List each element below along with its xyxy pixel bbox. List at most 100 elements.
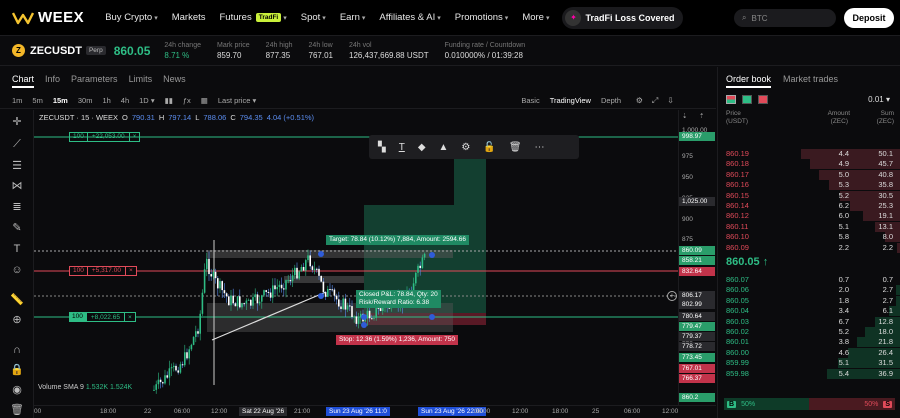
ask-row[interactable]: 860.18 4.9 45.7 [718, 159, 900, 170]
candle-type-icon[interactable]: ▮▮ [160, 96, 178, 105]
nav-affiliates[interactable]: Affiliates & AI ▾ [372, 12, 447, 23]
search-input[interactable]: ⌕ BTC [734, 9, 836, 27]
bid-row[interactable]: 860.02 5.2 18.0 [718, 327, 900, 337]
trash-icon[interactable]: 🗑 [9, 403, 25, 417]
close-icon[interactable]: × [124, 266, 136, 276]
anchor-handle[interactable] [429, 314, 435, 320]
delete-icon[interactable]: 🗑 [509, 142, 522, 153]
interval-15m[interactable]: 15m [48, 96, 73, 105]
nav-buy-crypto[interactable]: Buy Crypto ▾ [98, 12, 165, 23]
pattern-icon[interactable]: ⋈ [9, 179, 25, 193]
ask-row[interactable]: 860.16 5.3 35.8 [718, 180, 900, 191]
download-icon[interactable]: ⇩ [667, 96, 674, 105]
zoom-in-icon[interactable]: ⊕ [9, 313, 25, 327]
fill-color-icon[interactable]: ◆ [418, 142, 426, 153]
nav-spot[interactable]: Spot ▾ [294, 12, 333, 23]
crosshair-icon[interactable]: ✛ [9, 115, 25, 129]
bid-row[interactable]: 859.99 5.1 31.5 [718, 358, 900, 369]
ask-row[interactable]: 860.17 5.0 40.8 [718, 169, 900, 180]
price-axis[interactable]: ⇣ ⇡ 1,000.00 975 950 925 900 875 775 998… [678, 110, 716, 405]
position-line-tp[interactable]: 100 +22,053.00 × [69, 132, 141, 142]
trend-line-icon[interactable]: ⟋ [9, 137, 25, 151]
text-icon[interactable]: T [9, 242, 25, 256]
interval-1d[interactable]: 1D ▾ [134, 96, 159, 105]
ask-row[interactable]: 860.10 5.8 8.0 [718, 232, 900, 243]
tab-parameters[interactable]: Parameters [71, 74, 118, 84]
view-tradingview[interactable]: TradingView [550, 96, 591, 105]
symbol-selector[interactable]: ZECUSDT [30, 45, 82, 57]
tab-order-book[interactable]: Order book [726, 74, 772, 88]
interval-4h[interactable]: 4h [116, 96, 134, 105]
horizontal-lines-icon[interactable]: ☰ [9, 159, 25, 173]
nav-more[interactable]: More ▾ [515, 12, 556, 23]
ask-row[interactable]: 860.14 6.2 25.3 [718, 201, 900, 211]
book-both-icon[interactable] [726, 95, 736, 104]
price-chart[interactable]: ZECUSDT · 15 · WEEX O 790.31 H 797.14 L 788… [34, 110, 678, 405]
view-basic[interactable]: Basic [521, 96, 539, 105]
bid-row[interactable]: 860.06 2.0 2.7 [718, 285, 900, 296]
tab-info[interactable]: Info [45, 74, 60, 84]
book-bids-icon[interactable] [742, 95, 752, 104]
fullscreen-icon[interactable]: ⤢ [652, 96, 658, 106]
ask-row[interactable]: 860.12 6.0 19.1 [718, 211, 900, 222]
tab-chart[interactable]: Chart [12, 74, 34, 84]
nav-earn[interactable]: Earn ▾ [333, 12, 373, 23]
position-line-liq[interactable]: 100 +5,317.00 × [69, 266, 137, 276]
anchor-handle[interactable] [361, 322, 367, 328]
anchor-handle[interactable] [318, 293, 324, 299]
ruler-icon[interactable]: 📏 [9, 293, 25, 307]
bid-row[interactable]: 860.05 1.8 2.7 [718, 295, 900, 306]
brush-icon[interactable]: ✎ [9, 221, 25, 235]
lock-drawings-icon[interactable]: 🔒 [9, 363, 25, 377]
view-depth[interactable]: Depth [601, 96, 621, 105]
ask-row[interactable]: 860.09 2.2 2.2 [718, 242, 900, 253]
text-style-icon[interactable]: T [399, 142, 405, 153]
bid-row[interactable]: 860.07 0.7 0.7 [718, 275, 900, 285]
nav-markets[interactable]: Markets [165, 12, 213, 23]
close-icon[interactable]: × [128, 132, 140, 142]
interval-1h[interactable]: 1h [97, 96, 115, 105]
price-type-select[interactable]: Last price ▾ [213, 96, 261, 105]
ask-row[interactable]: 860.11 5.1 13.1 [718, 221, 900, 232]
interval-30m[interactable]: 30m [73, 96, 98, 105]
fib-icon[interactable]: ≣ [9, 200, 25, 214]
scroll-up-icon[interactable]: ⇡ [699, 112, 704, 120]
tradfi-loss-covered-banner[interactable]: ✦ TradFi Loss Covered [562, 6, 683, 29]
interval-5m[interactable]: 5m [27, 96, 47, 105]
ask-row[interactable]: 860.19 4.4 50.1 [718, 149, 900, 159]
book-asks-icon[interactable] [758, 95, 768, 104]
tab-limits[interactable]: Limits [129, 74, 153, 84]
anchor-handle[interactable] [318, 251, 324, 257]
scroll-down-icon[interactable]: ⇣ [682, 112, 687, 120]
template-icon[interactable]: ▚ [378, 142, 386, 153]
bid-row[interactable]: 859.98 5.4 36.9 [718, 368, 900, 379]
lock-icon[interactable]: 🔓 [483, 142, 495, 153]
deposit-button[interactable]: Deposit [844, 8, 894, 28]
time-axis[interactable]: 00 18:00 22 06:00 12:00 Sat 22 Aug '26 2… [34, 405, 716, 418]
position-line-entry[interactable]: 100 +8,022.65 × [69, 312, 136, 322]
settings-icon[interactable]: ⚙ [636, 96, 643, 105]
anchor-handle[interactable] [429, 252, 435, 258]
bid-row[interactable]: 860.04 3.4 6.1 [718, 306, 900, 317]
more-icon[interactable]: ⋯ [535, 142, 545, 153]
bid-row[interactable]: 860.03 6.7 12.8 [718, 316, 900, 327]
layout-icon[interactable]: ▦ [196, 96, 213, 105]
line-color-icon[interactable]: ▲ [439, 142, 449, 153]
bid-row[interactable]: 860.00 4.6 26.4 [718, 347, 900, 358]
tab-news[interactable]: News [163, 74, 186, 84]
tab-market-trades[interactable]: Market trades [783, 74, 838, 88]
decimal-select[interactable]: 0.01 ▾ [868, 95, 890, 104]
settings-icon[interactable]: ⚙ [461, 142, 470, 153]
nav-futures[interactable]: Futures TradFi ▾ [213, 12, 294, 23]
logo[interactable]: WEEX [12, 9, 84, 26]
candlestick-canvas[interactable] [34, 110, 678, 405]
add-alert-icon[interactable]: + [667, 291, 677, 301]
bid-row[interactable]: 860.01 3.8 21.8 [718, 337, 900, 348]
anchor-handle[interactable] [361, 314, 367, 320]
emoji-icon[interactable]: ☺ [9, 263, 25, 277]
eye-icon[interactable]: ◉ [9, 383, 25, 397]
nav-promotions[interactable]: Promotions ▾ [448, 12, 516, 23]
interval-1m[interactable]: 1m [7, 96, 27, 105]
magnet-icon[interactable]: ∩ [9, 343, 25, 357]
ask-row[interactable]: 860.15 5.2 30.5 [718, 190, 900, 201]
